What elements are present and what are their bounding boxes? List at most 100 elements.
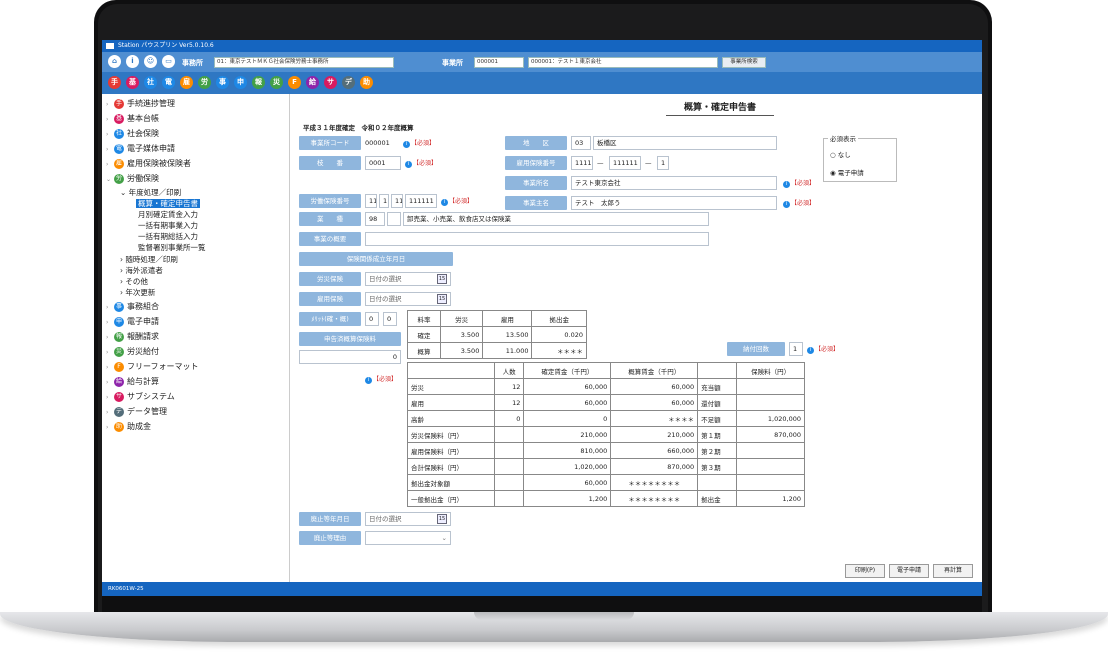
branch-input[interactable]: 0001	[365, 156, 401, 170]
fee-icon[interactable]: 報	[252, 76, 265, 89]
owner-field[interactable]: テスト 太郎う	[571, 196, 777, 210]
labor-ins-no-3[interactable]: 11	[391, 194, 403, 208]
labor-ins-no-label: 労働保険番号	[299, 194, 361, 208]
closure-reason-select[interactable]: ⌄	[365, 531, 451, 545]
industry-name-field[interactable]: 卸売業、小売業、飲食店又は保険業	[403, 212, 709, 226]
maint-input-1[interactable]: 0	[365, 312, 379, 326]
sidebar-sub-item[interactable]: 一括有期事業入力	[138, 220, 198, 231]
free-format-icon[interactable]: F	[288, 76, 301, 89]
required-note: i 【必須】	[405, 158, 437, 168]
dash: —	[597, 159, 604, 167]
industry-code-input[interactable]: 98	[365, 212, 385, 226]
emp-ins-no-3[interactable]: 1	[657, 156, 669, 170]
rosai-label: 労災保険	[299, 272, 361, 286]
ledger-icon[interactable]: 基	[126, 76, 139, 89]
info-icon: i	[441, 199, 448, 206]
info-icon: i	[365, 377, 372, 384]
media-icon[interactable]: 電	[162, 76, 175, 89]
business-search-button[interactable]: 事業所検索	[722, 57, 766, 68]
emp-ins-no-2[interactable]: 111111	[609, 156, 641, 170]
labor-insurance-icon[interactable]: 労	[198, 76, 211, 89]
sidebar-group-item[interactable]: › その他	[120, 276, 148, 287]
fee-icon: 報	[114, 331, 124, 342]
subsystem-icon[interactable]: サ	[324, 76, 337, 89]
calendar-icon[interactable]: 15	[437, 294, 447, 304]
calendar-icon[interactable]: 15	[437, 274, 447, 284]
sidebar-item-progress[interactable]: › 手手続進捗管理	[106, 98, 175, 109]
sidebar-group-annual[interactable]: ⌄ 年度処理／印刷	[120, 187, 181, 198]
sidebar-sub-item[interactable]: 概算・確定申告書	[136, 198, 200, 209]
dash: —	[645, 159, 652, 167]
biz-name-label: 事業所名	[505, 176, 567, 190]
sidebar-group-item[interactable]: › 年次更新	[120, 287, 155, 298]
progress-icon[interactable]: 手	[108, 76, 121, 89]
sidebar-item-media[interactable]: › 電電子媒体申請	[106, 143, 175, 154]
industry-sub-input[interactable]	[387, 212, 401, 226]
media-icon: 電	[114, 143, 124, 154]
subsidy-icon: 助	[114, 421, 124, 432]
business-select[interactable]: 000001：テスト１東京会社	[528, 57, 718, 68]
installments-input[interactable]: 1	[789, 342, 803, 356]
sidebar-item-benefit[interactable]: › 災労災給付	[106, 346, 159, 357]
required-note: i 【必須】	[365, 374, 397, 384]
social-insurance-icon[interactable]: 社	[144, 76, 157, 89]
calendar-icon[interactable]: 15	[437, 514, 447, 524]
sidebar-item-subsystem[interactable]: › ササブシステム	[106, 391, 175, 402]
sidebar-sub-item[interactable]: 監督署別事業所一覧	[138, 242, 206, 253]
emp-ins-no-1[interactable]: 1111	[571, 156, 593, 170]
sidebar-group-item[interactable]: › 海外派遣者	[120, 265, 163, 276]
district-name-field[interactable]: 板橋区	[593, 136, 777, 150]
business-code-input[interactable]: 000001	[474, 57, 524, 68]
office-select[interactable]: 01：東京テストＭＫＧ社会保険労務士事務所	[214, 57, 394, 68]
info-icon: i	[783, 201, 790, 208]
user-icon[interactable]: ☺	[144, 55, 157, 68]
app-screen: Station パウスプリン Ver5.0.10.6 ⌂ i ☺ ▭ 事務所 0…	[102, 40, 982, 596]
keyboard-icon[interactable]: ▭	[162, 55, 175, 68]
business-summary-input[interactable]	[365, 232, 709, 246]
benefit-icon[interactable]: 災	[270, 76, 283, 89]
declared-input[interactable]: 0	[299, 350, 401, 364]
info-icon[interactable]: i	[126, 55, 139, 68]
closure-reason-label: 廃止等理由	[299, 531, 361, 545]
e-apply-button[interactable]: 電子申請	[889, 564, 929, 578]
closure-date-label: 廃止等年月日	[299, 512, 361, 526]
sidebar-item-subsidy[interactable]: › 助助成金	[106, 421, 151, 432]
sidebar-item-labor[interactable]: ⌄ 労労働保険	[106, 173, 159, 184]
sidebar-sub-item[interactable]: 月別確定賃金入力	[138, 209, 198, 220]
office-label: 事務所	[182, 59, 203, 67]
sidebar-item-payroll[interactable]: › 給給与計算	[106, 376, 159, 387]
print-button[interactable]: 印刷(P)	[845, 564, 885, 578]
labor-ins-no-1[interactable]: 11	[365, 194, 377, 208]
required-note: i 【必須】	[783, 198, 815, 208]
sidebar-item-employment[interactable]: › 雇雇用保険被保険者	[106, 158, 191, 169]
sidebar-group-item[interactable]: › 随時処理／印刷	[120, 254, 178, 265]
sidebar-item-association[interactable]: › 事事務組合	[106, 301, 159, 312]
labor-ins-no-2[interactable]: 1	[379, 194, 389, 208]
sidebar-item-data[interactable]: › デデータ管理	[106, 406, 167, 417]
sidebar-item-e-apply[interactable]: › 申電子申請	[106, 316, 159, 327]
maint-input-2[interactable]: 0	[383, 312, 397, 326]
sidebar-tree: › 手手続進捗管理 › 基基本台帳 › 社社会保険 › 電電子媒体申請 › 雇雇用保険被保…	[102, 94, 290, 582]
biz-name-field[interactable]: テスト東京会社	[571, 176, 777, 190]
radio-none[interactable]: ○ なし	[830, 149, 851, 159]
radio-e-apply[interactable]: ◉ 電子申請	[830, 167, 864, 177]
home-icon[interactable]: ⌂	[108, 55, 121, 68]
emp-ins-no-label: 雇用保険番号	[505, 156, 567, 170]
sidebar-item-fee[interactable]: › 報報酬請求	[106, 331, 159, 342]
sidebar-item-free-format[interactable]: › F フリーフォーマット	[106, 361, 199, 372]
district-code-input[interactable]: 03	[571, 136, 591, 150]
sidebar-item-ledger[interactable]: › 基基本台帳	[106, 113, 159, 124]
sidebar-sub-item[interactable]: 一括有期総括入力	[138, 231, 198, 242]
labor-ins-no-4[interactable]: 111111	[405, 194, 437, 208]
sidebar-item-social[interactable]: › 社社会保険	[106, 128, 159, 139]
window-titlebar: Station パウスプリン Ver5.0.10.6	[102, 40, 982, 52]
recalc-button[interactable]: 再計算	[933, 564, 973, 578]
subsidy-icon[interactable]: 助	[360, 76, 373, 89]
payroll-icon[interactable]: 給	[306, 76, 319, 89]
association-icon[interactable]: 事	[216, 76, 229, 89]
employment-icon: 雇	[114, 158, 124, 169]
data-icon[interactable]: デ	[342, 76, 355, 89]
e-apply-icon[interactable]: 申	[234, 76, 247, 89]
declared-label: 申告済概算保険料	[299, 332, 401, 346]
employment-icon[interactable]: 雇	[180, 76, 193, 89]
